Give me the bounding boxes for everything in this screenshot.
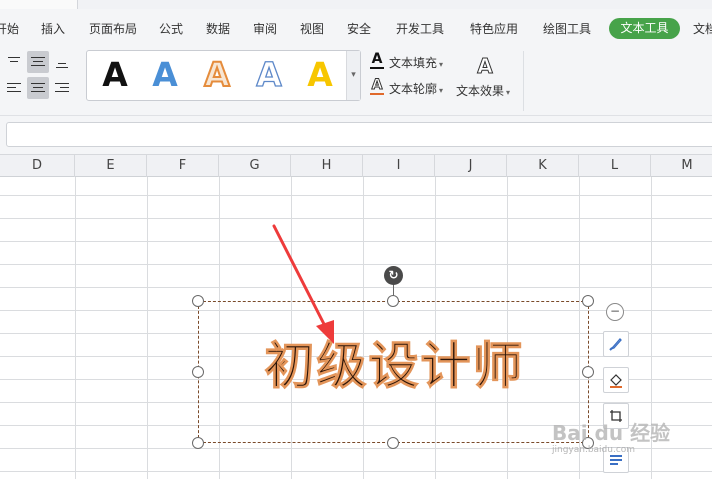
column-header-d[interactable]: D — [0, 155, 75, 177]
wordart-style-gallery: A A A A A ▾ — [86, 50, 361, 101]
document-tab[interactable] — [0, 0, 78, 9]
resize-handle-top[interactable] — [387, 295, 399, 307]
resize-handle-bottom[interactable] — [387, 437, 399, 449]
ribbon-separator — [523, 51, 524, 111]
wordart-style-yellow[interactable]: A — [300, 55, 340, 95]
text-effect-icon[interactable]: A — [474, 56, 496, 78]
ribbon-text-tools: A A A A A ▾ A 文本填充 ▾ A 文本轮廓 ▾ A 文本效果 ▾ — [0, 47, 712, 116]
resize-handle-right[interactable] — [582, 366, 594, 378]
text-outline-icon[interactable]: A — [369, 78, 385, 95]
gallery-expand-icon[interactable]: ▾ — [346, 51, 360, 100]
formula-bar-area — [0, 116, 712, 154]
menu-text-tools[interactable]: 文本工具 — [609, 18, 680, 39]
text-fill-icon[interactable]: A — [369, 52, 385, 69]
menu-page-layout[interactable]: 页面布局 — [89, 20, 137, 37]
brush-icon[interactable] — [603, 331, 629, 357]
chevron-down-icon: ▾ — [439, 86, 444, 95]
menu-doc-assistant[interactable]: 文档助手 — [693, 20, 712, 37]
watermark-logo: Bai du 经验 — [552, 421, 671, 445]
rotate-handle-icon[interactable]: ↻ — [384, 266, 403, 285]
wordart-style-orange-outline[interactable]: A — [197, 54, 237, 95]
align-middle-icon[interactable] — [27, 51, 49, 73]
menu-drawing-tools[interactable]: 绘图工具 — [543, 20, 591, 37]
menu-bar: 开始 插入 页面布局 公式 数据 审阅 视图 安全 开发工具 特色应用 绘图工具… — [0, 9, 712, 47]
align-center-icon[interactable] — [27, 77, 49, 99]
menu-security[interactable]: 安全 — [347, 20, 371, 37]
column-header-h[interactable]: H — [291, 155, 363, 177]
collapse-toolbar-button[interactable]: − — [606, 303, 624, 321]
chevron-down-icon: ▾ — [439, 60, 444, 69]
resize-handle-bottom-left[interactable] — [192, 437, 204, 449]
column-header-j[interactable]: J — [435, 155, 507, 177]
menu-formulas[interactable]: 公式 — [159, 20, 183, 37]
menu-developer[interactable]: 开发工具 — [396, 20, 444, 37]
menu-review[interactable]: 审阅 — [253, 20, 277, 37]
text-fill-button[interactable]: 文本填充 ▾ — [389, 54, 443, 71]
text-effect-label: 文本效果 — [456, 84, 505, 98]
menu-featured-apps[interactable]: 特色应用 — [470, 20, 518, 37]
text-outline-button[interactable]: 文本轮廓 ▾ — [389, 80, 443, 97]
column-header-l[interactable]: L — [579, 155, 651, 177]
align-top-icon[interactable] — [3, 51, 25, 73]
menu-view[interactable]: 视图 — [300, 20, 324, 37]
chevron-down-icon: ▾ — [506, 88, 511, 97]
text-effect-button[interactable]: 文本效果 ▾ — [456, 82, 510, 99]
wordart-style-blue[interactable]: A — [145, 55, 185, 95]
align-right-icon[interactable] — [51, 77, 73, 99]
wordart-style-black[interactable]: A — [95, 55, 135, 95]
text-fill-label: 文本填充 — [389, 56, 438, 70]
menu-insert[interactable]: 插入 — [41, 20, 65, 37]
window-top-strip — [0, 0, 712, 9]
resize-handle-top-right[interactable] — [582, 295, 594, 307]
column-header-e[interactable]: E — [75, 155, 147, 177]
menu-home[interactable]: 开始 — [0, 20, 19, 37]
watermark-url: jingyan.baidu.com — [552, 445, 636, 455]
wordart-style-blue-outline[interactable]: A — [249, 54, 289, 95]
wordart-textbox[interactable]: 初级设计师 — [198, 301, 589, 443]
menu-data[interactable]: 数据 — [206, 20, 230, 37]
column-header-g[interactable]: G — [219, 155, 291, 177]
column-header-m[interactable]: M — [651, 155, 712, 177]
wordart-text[interactable]: 初级设计师 — [199, 332, 590, 400]
column-headers: D E F G H I J K L M — [0, 154, 712, 177]
fill-bucket-icon[interactable] — [603, 367, 629, 393]
column-header-k[interactable]: K — [507, 155, 579, 177]
align-bottom-icon[interactable] — [51, 51, 73, 73]
column-header-i[interactable]: I — [363, 155, 435, 177]
align-left-icon[interactable] — [3, 77, 25, 99]
text-outline-label: 文本轮廓 — [389, 82, 438, 96]
resize-handle-left[interactable] — [192, 366, 204, 378]
resize-handle-top-left[interactable] — [192, 295, 204, 307]
formula-input[interactable] — [6, 122, 712, 147]
column-header-f[interactable]: F — [147, 155, 219, 177]
